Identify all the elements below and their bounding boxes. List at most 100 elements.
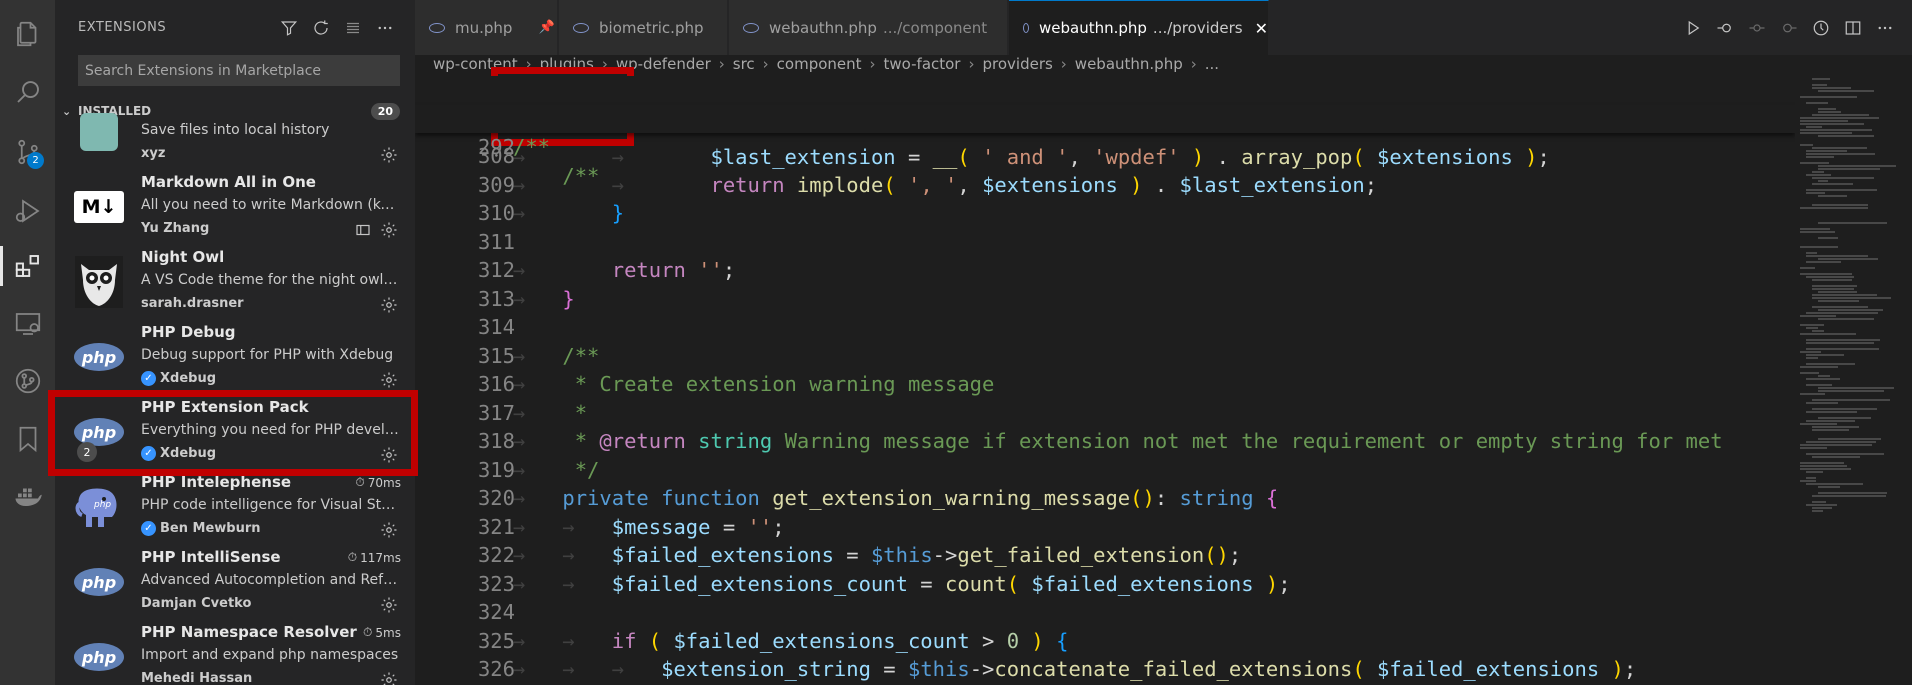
code-line[interactable]: 312 → return '';	[415, 256, 1795, 285]
minimap-line	[1806, 312, 1878, 314]
breadcrumb-item[interactable]: wp-defender	[616, 55, 711, 73]
tab-bar: mu.php 📌 biometric.php webauthn.php .../…	[415, 0, 1912, 55]
breadcrumb-item[interactable]: providers	[982, 55, 1052, 73]
manage-gear-icon[interactable]	[380, 446, 398, 464]
code-line[interactable]: 325 → → if ( $failed_extensions_count > 0…	[415, 627, 1795, 656]
code-line[interactable]: 320 → private function get_extension_warn…	[415, 484, 1795, 513]
manage-gear-icon[interactable]	[380, 521, 398, 539]
extension-name: PHP Intelephense	[141, 473, 292, 491]
extension-item-night-owl[interactable]: Night Owl A VS Code theme for the night …	[55, 246, 415, 321]
breadcrumb-item[interactable]: component	[777, 55, 862, 73]
manage-gear-icon[interactable]	[380, 221, 398, 239]
breadcrumb-item[interactable]: ...	[1205, 55, 1219, 73]
manage-gear-icon[interactable]	[380, 296, 398, 314]
minimap-line	[1806, 156, 1835, 158]
breadcrumb-item[interactable]: webauthn.php	[1075, 55, 1183, 73]
tab-webauthn-component[interactable]: webauthn.php .../component	[729, 0, 1008, 55]
breadcrumb-item[interactable]: wp-content	[433, 55, 518, 73]
next-change-icon[interactable]	[1780, 19, 1798, 37]
extension-publisher: Xdebug	[160, 446, 217, 461]
remote-explorer-icon[interactable]	[0, 298, 55, 350]
minimap-line	[1818, 237, 1838, 239]
extensions-icon[interactable]	[0, 240, 55, 292]
extension-item-php-debug[interactable]: php PHP Debug Debug support for PHP with…	[55, 321, 415, 396]
code-line[interactable]: 309 → → return implode( ', ', $extensions…	[415, 171, 1795, 200]
extensions-search-input[interactable]	[78, 55, 400, 86]
more-actions-icon[interactable]	[1876, 19, 1894, 37]
explorer-icon[interactable]	[0, 8, 55, 60]
extension-item-local-history[interactable]: Save files into local history xyz	[55, 96, 415, 171]
minimap-line	[1812, 426, 1859, 428]
more-actions-icon[interactable]	[375, 18, 395, 38]
breadcrumb-item[interactable]: src	[733, 55, 755, 73]
manage-gear-icon[interactable]	[380, 596, 398, 614]
minimap-line	[1806, 153, 1875, 155]
refresh-icon[interactable]	[311, 18, 331, 38]
extension-item-php-extension-pack[interactable]: php 2 PHP Extension Pack Everything you …	[55, 396, 415, 471]
minimap-line	[1806, 276, 1854, 278]
extension-item-markdown-all-in-one[interactable]: M↓ Markdown All in One All you need to w…	[55, 171, 415, 246]
breadcrumb-item[interactable]: plugins	[540, 55, 594, 73]
manage-gear-icon[interactable]	[380, 146, 398, 164]
filter-icon[interactable]	[279, 18, 299, 38]
bookmarks-icon[interactable]	[0, 413, 55, 465]
minimap-line	[1806, 363, 1855, 365]
extension-publisher: Mehedi Hassan	[141, 671, 253, 685]
code-line[interactable]: 315 → /**	[415, 342, 1795, 371]
run-debug-icon[interactable]	[0, 185, 55, 237]
activation-time: 117ms	[360, 550, 401, 565]
code-line[interactable]: 318 → * @return string Warning message if…	[415, 427, 1795, 456]
close-tab-icon[interactable]: ✕	[1255, 19, 1268, 38]
breadcrumb-item[interactable]: two-factor	[884, 55, 961, 73]
extension-item-php-namespace-resolver[interactable]: php PHP Namespace Resolver ⏱ 5ms Import a…	[55, 621, 415, 685]
code-view[interactable]: 15 /** 292 /** → → $last_extension = __(…	[415, 76, 1795, 685]
git-graph-icon[interactable]	[0, 355, 55, 407]
extension-item-php-intellisense[interactable]: php PHP IntelliSense ⏱ 117ms Advanced Aut…	[55, 546, 415, 621]
tab-label: biometric.php	[599, 18, 704, 37]
sticky-scroll-line[interactable]: 292 /**	[415, 104, 1795, 188]
timeline-icon[interactable]	[1812, 19, 1830, 37]
code-line[interactable]: 323 → → $failed_extensions_count = count(…	[415, 570, 1795, 599]
minimap-line	[1800, 447, 1828, 449]
code-line[interactable]: 314	[415, 313, 1795, 342]
extension-description: Save files into local history	[141, 122, 330, 138]
php-logo-icon: php	[73, 331, 125, 383]
sidebar-title: EXTENSIONS	[78, 20, 167, 35]
code-line[interactable]: 319 → */	[415, 456, 1795, 485]
extension-name: PHP Extension Pack	[141, 398, 309, 416]
code-line[interactable]: 324	[415, 598, 1795, 627]
code-line[interactable]: 313 → }	[415, 285, 1795, 314]
split-editor-icon[interactable]	[1844, 19, 1862, 37]
extension-item-php-intelephense[interactable]: php PHP Intelephense ⏱ 70ms PHP code inte…	[55, 471, 415, 546]
minimap-line	[1818, 165, 1896, 167]
breadcrumb-separator-icon: ›	[1060, 55, 1067, 73]
source-control-icon[interactable]: 2	[0, 126, 55, 178]
clear-icon[interactable]	[343, 18, 363, 38]
go-back-icon[interactable]	[1716, 19, 1734, 37]
sync-ignored-icon[interactable]	[354, 221, 372, 239]
manage-gear-icon[interactable]	[380, 671, 398, 685]
code-line[interactable]: 317 → *	[415, 399, 1795, 428]
code-line[interactable]: 316 → * Create extension warning message	[415, 370, 1795, 399]
tab-webauthn-providers[interactable]: webauthn.php .../providers ✕	[1009, 0, 1269, 55]
code-line[interactable]: 311	[415, 228, 1795, 257]
code-line[interactable]: 322 → → $failed_extensions = $this->get_f…	[415, 541, 1795, 570]
search-icon[interactable]	[0, 66, 55, 118]
code-line[interactable]: 326 → → → $extension_string = $this->conc…	[415, 655, 1795, 684]
minimap-line	[1818, 291, 1858, 293]
pin-icon[interactable]: 📌	[538, 20, 554, 35]
extension-name: PHP Namespace Resolver	[141, 623, 357, 641]
manage-gear-icon[interactable]	[380, 371, 398, 389]
run-file-icon[interactable]	[1684, 19, 1702, 37]
sticky-scroll-line[interactable]: 15 /**	[415, 76, 1795, 159]
docker-icon[interactable]	[0, 470, 55, 522]
tab-mu-php[interactable]: mu.php 📌	[415, 0, 558, 55]
previous-change-icon[interactable]	[1748, 19, 1766, 37]
code-line[interactable]: 321 → → $message = '';	[415, 513, 1795, 542]
extension-publisher: Yu Zhang	[141, 221, 210, 236]
minimap[interactable]	[1790, 76, 1910, 685]
tab-biometric-php[interactable]: biometric.php	[559, 0, 728, 55]
code-line[interactable]: 310 → }	[415, 199, 1795, 228]
minimap-line	[1806, 354, 1845, 356]
minimap-line	[1812, 429, 1849, 431]
